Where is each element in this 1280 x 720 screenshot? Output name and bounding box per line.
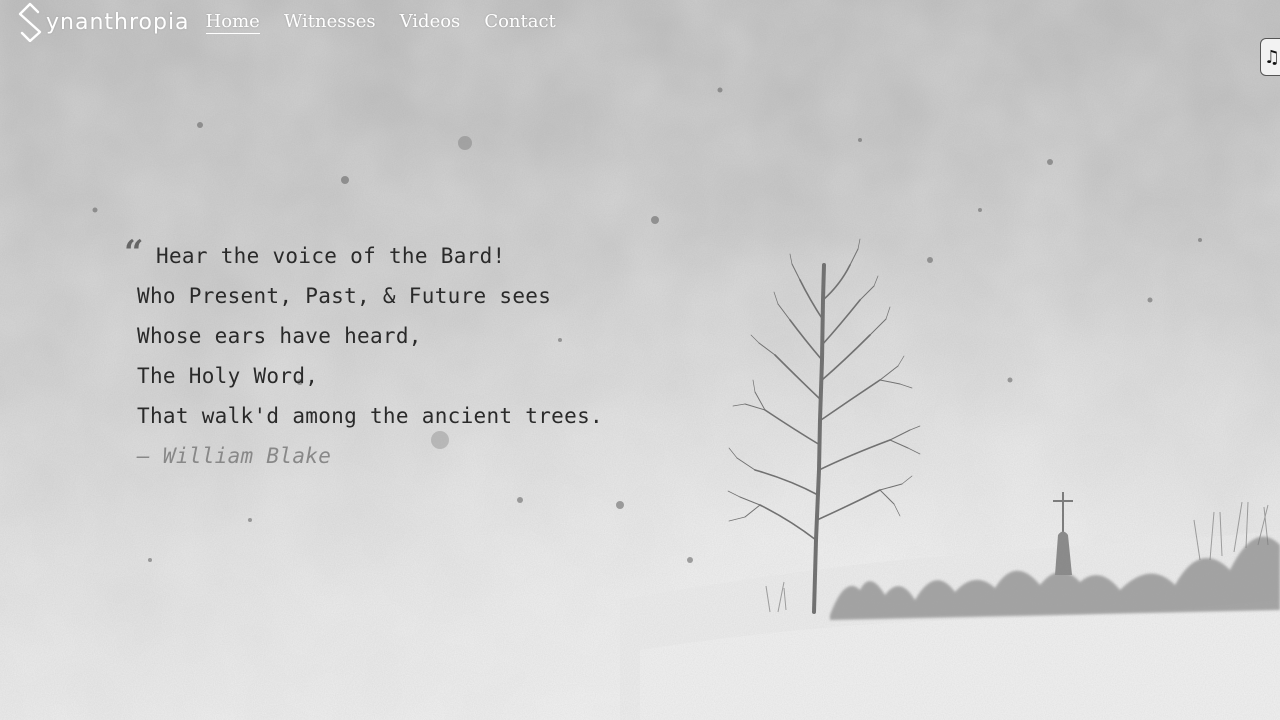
music-toggle-button[interactable]: ♫ — [1260, 38, 1280, 76]
logo-s-icon — [18, 2, 42, 42]
nav-item-home[interactable]: Home — [205, 11, 260, 34]
music-note-icon: ♫ — [1264, 46, 1280, 68]
quote-attribution: — William Blake — [137, 444, 332, 468]
brand-logo[interactable]: ynanthropia — [16, 2, 190, 42]
quote-line: Hear the voice of the Bard! — [156, 244, 506, 268]
blake-quote: “ Hear the voice of the Bard! Who Presen… — [124, 236, 603, 476]
quote-line: Whose ears have heard, — [137, 324, 422, 348]
quote-mark-icon: “ — [124, 233, 144, 273]
nav-item-videos[interactable]: Videos — [400, 11, 461, 34]
brand-name: ynanthropia — [46, 9, 190, 35]
nav-item-witnesses[interactable]: Witnesses — [284, 11, 376, 34]
quote-line: Who Present, Past, & Future sees — [137, 284, 552, 308]
quote-line: That walk'd among the ancient trees. — [137, 404, 603, 428]
quote-line: The Holy Word, — [137, 364, 319, 388]
top-nav: ynanthropia Home Witnesses Videos Contac… — [16, 0, 556, 44]
nav-item-contact[interactable]: Contact — [484, 11, 555, 34]
quote-text: Hear the voice of the Bard! Who Present,… — [137, 236, 603, 476]
nav-menu: Home Witnesses Videos Contact — [205, 11, 556, 34]
